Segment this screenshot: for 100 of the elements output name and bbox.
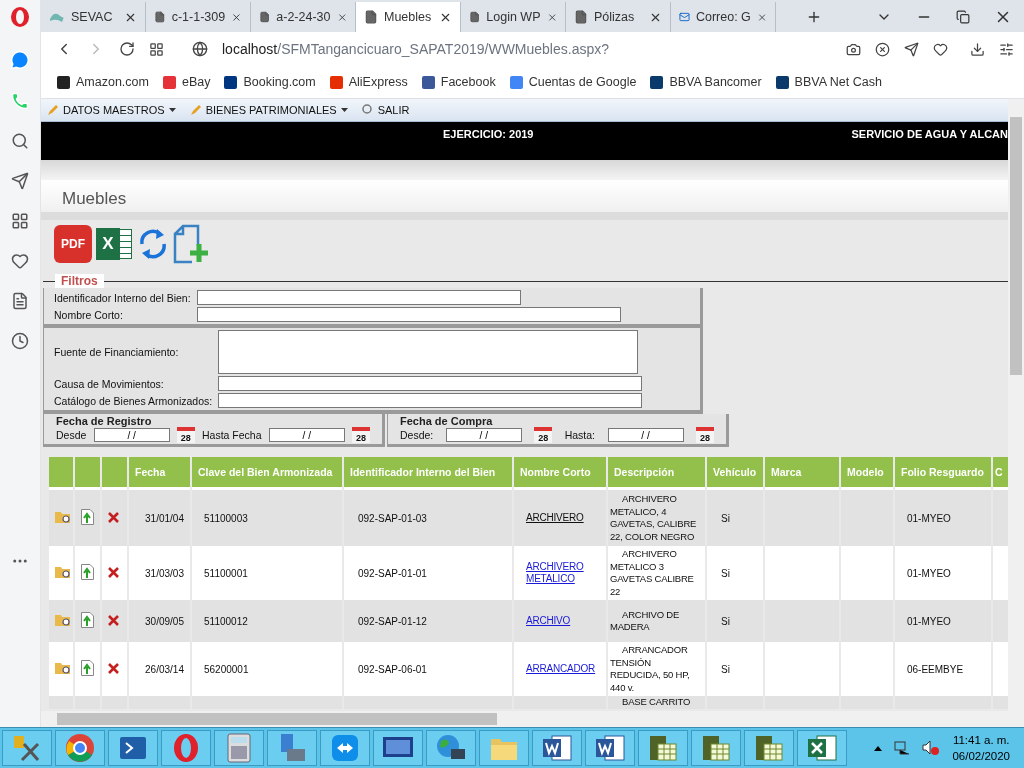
upload-document-icon[interactable] (81, 612, 94, 628)
page-icon (364, 10, 378, 24)
messenger-icon[interactable] (10, 50, 30, 70)
folder-search-icon[interactable] (55, 565, 71, 579)
refresh-icon[interactable] (138, 226, 168, 262)
date-field[interactable]: / / (607, 428, 684, 442)
browser-tab[interactable]: c-1-1-309 (146, 2, 251, 32)
input-field[interactable] (218, 393, 643, 408)
bookmark[interactable]: BBVA Bancomer (650, 75, 762, 89)
browser-tab[interactable]: Pólizas (566, 2, 671, 32)
item-link[interactable]: ARRANCADOR (526, 662, 596, 676)
taskbar-button[interactable] (638, 730, 688, 766)
folder-search-icon[interactable] (55, 510, 71, 524)
menu-item[interactable]: DATOS MAESTROS (47, 104, 176, 116)
delete-icon[interactable] (108, 662, 119, 674)
item-link[interactable]: ARCHIVERO (526, 511, 584, 525)
browser-tab[interactable]: Login WP (461, 2, 566, 32)
taskbar-button[interactable] (691, 730, 741, 766)
calendar-button[interactable]: 28 (352, 427, 370, 443)
calendar-button[interactable]: 28 (176, 427, 195, 443)
delete-icon[interactable] (108, 566, 119, 578)
heart-icon[interactable] (933, 41, 948, 57)
bookmark[interactable]: Cuentas de Google (509, 75, 637, 89)
folder-search-icon[interactable] (55, 661, 71, 675)
taskbar-button[interactable] (108, 730, 158, 766)
network-icon[interactable] (894, 741, 911, 755)
browser-tab[interactable]: Muebles (356, 2, 461, 32)
muted-speaker-icon[interactable] (922, 740, 941, 756)
download-icon[interactable] (970, 41, 985, 57)
input-field[interactable] (218, 330, 639, 374)
browser-tab[interactable]: Correo: G (671, 2, 776, 32)
table-cell: 26/03/14 (129, 642, 190, 696)
table-cell: Si (707, 600, 763, 642)
site-icon (49, 11, 65, 23)
taskbar-button[interactable] (585, 730, 635, 766)
send-icon[interactable] (904, 41, 919, 57)
page-icon (259, 10, 271, 24)
menu-item[interactable]: BIENES PATRIMONIALES (189, 104, 348, 116)
opera-icon[interactable] (10, 6, 30, 28)
table-cell-text: ARCHIVERO METALICO, 4 GAVETAS, CALIBRE 22, COLOR NEGRO (610, 493, 698, 543)
restore-icon[interactable] (956, 10, 970, 24)
input-field[interactable] (218, 376, 643, 391)
taskbar-button[interactable] (797, 730, 847, 766)
upload-document-icon[interactable] (81, 564, 94, 580)
date-field[interactable]: / / (93, 428, 170, 442)
camera-icon[interactable] (846, 41, 861, 57)
grid-icon[interactable] (11, 212, 29, 230)
address-field[interactable]: localhost/SFMTangancicuaro_SAPAT2019/WWMuebles.aspx? (222, 41, 832, 57)
horizontal-scrollbar[interactable] (41, 711, 1024, 727)
search-icon[interactable] (11, 132, 29, 150)
taskbar-button[interactable] (532, 730, 582, 766)
page-icon (154, 10, 166, 24)
taskbar-button[interactable] (426, 730, 476, 766)
speed-dial-icon[interactable] (149, 41, 164, 57)
taskbar-button[interactable] (373, 730, 423, 766)
menu-item[interactable]: SALIR (361, 104, 410, 116)
bookmark[interactable]: Facebook (421, 75, 496, 89)
add-document-icon[interactable] (172, 224, 210, 264)
table-cell: 01-MYEO (895, 600, 991, 642)
date-group-title: Fecha de Registro (56, 415, 153, 427)
bookmark[interactable]: eBay (162, 75, 211, 89)
caret-up-icon[interactable] (874, 745, 883, 751)
page-title: Muebles (62, 189, 127, 209)
date-field[interactable]: / / (445, 428, 522, 442)
calendar-button[interactable]: 28 (696, 427, 714, 443)
bookmark[interactable]: AliExpress (329, 75, 408, 89)
calendar-button[interactable]: 28 (534, 427, 553, 443)
table-cell: 51100003 (192, 490, 342, 546)
news-icon[interactable] (11, 292, 29, 310)
delete-icon[interactable] (108, 511, 119, 523)
table-cell: 01-MYEO (895, 546, 991, 600)
item-link[interactable]: ARCHIVO (526, 614, 571, 628)
taskbar-button[interactable] (744, 730, 794, 766)
history-icon[interactable] (11, 332, 29, 350)
bookmark[interactable]: Booking.com (224, 75, 316, 89)
browser-tab[interactable]: SEVAC (41, 2, 146, 32)
table-cell: 092-SAP-01-12 (344, 600, 512, 642)
reload-icon[interactable] (119, 41, 135, 57)
send-icon[interactable] (11, 172, 29, 190)
clock[interactable]: 11:41 a. m. 06/02/2020 (952, 732, 1010, 764)
input-field[interactable] (196, 307, 621, 322)
adblock-icon[interactable] (875, 41, 890, 57)
bookmark[interactable]: Amazon.com (57, 75, 149, 89)
taskbar-button[interactable] (2, 730, 52, 766)
bookmark[interactable]: BBVA Net Cash (775, 75, 882, 89)
folder-search-icon[interactable] (55, 613, 71, 627)
teamviewer-icon (331, 734, 359, 762)
input-field[interactable] (196, 290, 521, 305)
pdf-export-button[interactable]: PDF (54, 225, 92, 263)
heart-icon[interactable] (11, 252, 29, 270)
settings-icon[interactable] (999, 41, 1014, 57)
upload-document-icon[interactable] (81, 660, 94, 676)
vertical-scrollbar[interactable] (1008, 99, 1024, 711)
date-field[interactable]: / / (268, 428, 345, 442)
taskbar-button[interactable] (55, 730, 105, 766)
new-tab-icon[interactable] (806, 9, 822, 25)
taskbar-button[interactable] (320, 730, 370, 766)
delete-icon[interactable] (108, 614, 119, 626)
upload-document-icon[interactable] (81, 509, 94, 525)
field-label: Hasta: (564, 429, 596, 441)
